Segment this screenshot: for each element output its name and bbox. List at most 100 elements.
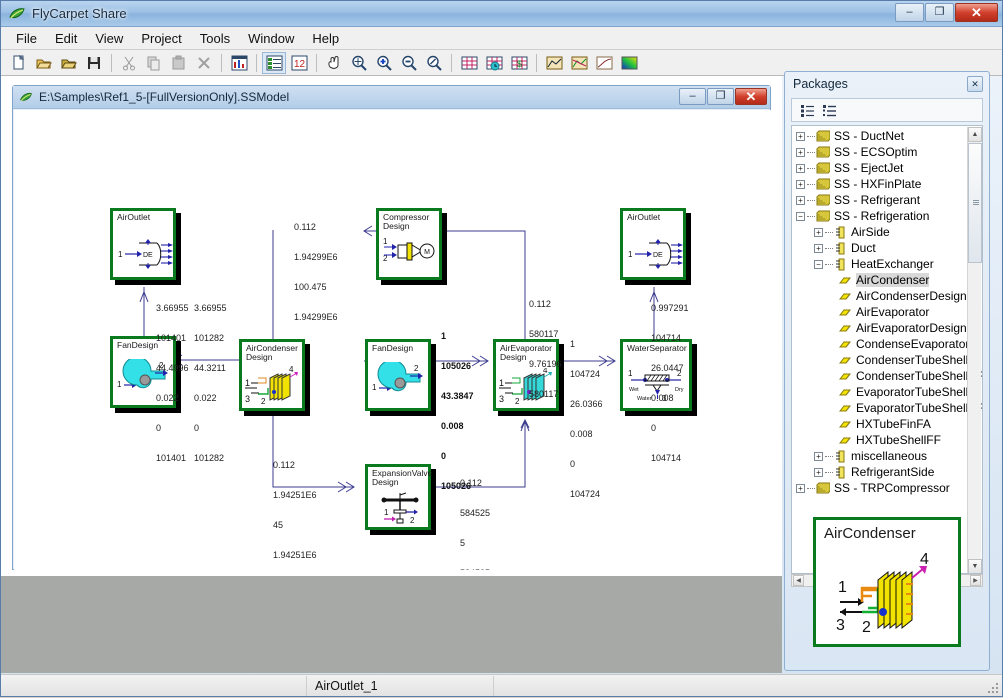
node-air-condenser-design[interactable]: AirCondenser Design 1 3 4 2	[239, 339, 305, 411]
tree-item-hxtubeshellff[interactable]: HXTubeShellFF	[792, 432, 968, 448]
minimize-button[interactable]: –	[895, 3, 924, 22]
scroll-down-arrow-icon[interactable]: ▼	[968, 559, 982, 573]
menu-item-window[interactable]: Window	[239, 28, 303, 49]
tree-item-ss-refrigerant[interactable]: + SS - Refrigerant	[792, 192, 968, 208]
node-fan-design-2[interactable]: FanDesign 1 2	[365, 339, 431, 411]
scroll-left-arrow-icon[interactable]: ◀	[793, 575, 804, 586]
tree-item-label: HeatExchanger	[851, 257, 934, 271]
annotation-condenser-outlet: 3.66955 101282 44.3211 0.022 0 101282	[194, 283, 227, 483]
tree-item-aircondenser[interactable]: AirCondenser	[792, 272, 968, 288]
zoom-out-icon[interactable]	[397, 52, 421, 74]
table-time-icon[interactable]	[482, 52, 506, 74]
value-line: 44.4996	[156, 363, 189, 373]
close-button[interactable]: ✕	[955, 3, 998, 22]
tree-item-ss-refrigeration[interactable]: − SS - Refrigeration	[792, 208, 968, 224]
node-expansion-valve-design[interactable]: ExpansionValve Design 1 2	[365, 464, 432, 530]
tree-item-heatexchanger[interactable]: − HeatExchanger	[792, 256, 968, 272]
collapser-icon[interactable]: −	[814, 259, 823, 269]
menu-item-project[interactable]: Project	[132, 28, 190, 49]
expander-icon[interactable]: +	[814, 227, 823, 237]
scroll-right-arrow-icon[interactable]: ▶	[970, 575, 981, 586]
expander-icon[interactable]: +	[796, 163, 805, 173]
expander-icon[interactable]: +	[814, 243, 823, 253]
tree-item-evaporatortubeshell[interactable]: EvaporatorTubeShell	[792, 384, 968, 400]
tree-item-ss-hxfinplate[interactable]: + SS - HXFinPlate	[792, 176, 968, 192]
tree-item-aircondenserdesign[interactable]: AirCondenserDesign	[792, 288, 968, 304]
tree-item-airevaporatordesign[interactable]: AirEvaporatorDesign	[792, 320, 968, 336]
value-line: 1	[570, 339, 576, 349]
paste-icon[interactable]	[167, 52, 191, 74]
expander-icon[interactable]: +	[796, 179, 805, 189]
model-canvas[interactable]: AirOutlet 1 DE FanDesign 1 2 AirCondense…	[14, 110, 771, 570]
list-view-icon[interactable]	[797, 101, 817, 119]
model-minimize-button[interactable]: –	[679, 88, 706, 105]
tree-item-hxtubefinfa[interactable]: HXTubeFinFA	[792, 416, 968, 432]
menu-item-view[interactable]: View	[86, 28, 132, 49]
table-grid-icon[interactable]	[457, 52, 481, 74]
colormap-icon[interactable]	[617, 52, 641, 74]
menu-item-edit[interactable]: Edit	[46, 28, 86, 49]
model-maximize-button[interactable]: ❐	[707, 88, 734, 105]
tree-item-condensertubeshell[interactable]: CondenserTubeShell	[792, 352, 968, 368]
node-air-outlet-2[interactable]: AirOutlet 1 DE	[620, 208, 686, 280]
open-folder-2-icon[interactable]	[57, 52, 81, 74]
expander-icon[interactable]: +	[796, 195, 805, 205]
zoom-in-icon[interactable]	[372, 52, 396, 74]
plot-line-icon[interactable]	[592, 52, 616, 74]
expander-icon[interactable]: +	[814, 467, 823, 477]
collapser-icon[interactable]: −	[796, 211, 805, 221]
chart-bar-icon[interactable]	[227, 52, 251, 74]
copy-icon[interactable]	[142, 52, 166, 74]
tree-vertical-scrollbar[interactable]: ▲ ▼	[967, 127, 982, 573]
cut-icon[interactable]	[117, 52, 141, 74]
model-close-button[interactable]: ✕	[735, 88, 767, 105]
table-value-icon[interactable]: $	[507, 52, 531, 74]
component-preview[interactable]: AirCondenser 1 3 2 4	[813, 517, 961, 647]
maximize-button[interactable]: ❐	[925, 3, 954, 22]
tree-item-evaporatortubeshellff[interactable]: EvaporatorTubeShellFF	[792, 400, 982, 416]
menu-item-tools[interactable]: Tools	[191, 28, 239, 49]
tree-item-refrigerantside[interactable]: + RefrigerantSide	[792, 464, 968, 480]
tree-item-airside[interactable]: + AirSide	[792, 224, 968, 240]
packages-tree[interactable]: + SS - DuctNet + SS - ECSOptim + SS - Ej…	[791, 125, 983, 574]
tree-item-condensertubeshellff[interactable]: CondenserTubeShellFF	[792, 368, 982, 384]
tree-item-duct[interactable]: + Duct	[792, 240, 968, 256]
tree-item-ss-ductnet[interactable]: + SS - DuctNet	[792, 128, 968, 144]
expander-icon[interactable]: +	[796, 147, 805, 157]
tree-item-ss-trpcompressor[interactable]: + SS - TRPCompressor	[792, 480, 968, 496]
tree-item-ss-ecsoptim[interactable]: + SS - ECSOptim	[792, 144, 968, 160]
tree-item-condenseevaporator[interactable]: CondenseEvaporator	[792, 336, 969, 352]
save-icon[interactable]	[82, 52, 106, 74]
expander-icon[interactable]: +	[814, 451, 823, 461]
zoom-reset-icon[interactable]	[422, 52, 446, 74]
menu-item-help[interactable]: Help	[303, 28, 348, 49]
scroll-up-arrow-icon[interactable]: ▲	[968, 127, 982, 142]
delete-icon[interactable]	[192, 52, 216, 74]
port-label-2: 2	[862, 619, 871, 636]
expander-icon[interactable]: +	[796, 131, 805, 141]
tree-item-miscellaneous[interactable]: + miscellaneous	[792, 448, 968, 464]
tree-item-ss-ejectjet[interactable]: + SS - EjectJet	[792, 160, 968, 176]
node-compressor-design[interactable]: Compressor Design 1 2 M	[376, 208, 442, 280]
packages-close-button[interactable]: ✕	[967, 76, 983, 92]
open-folder-icon[interactable]	[32, 52, 56, 74]
new-file-icon[interactable]	[7, 52, 31, 74]
svg-text:Water: Water	[637, 396, 652, 402]
node-air-outlet-1[interactable]: AirOutlet 1 DE	[110, 208, 176, 280]
zoom-move-icon[interactable]	[347, 52, 371, 74]
expander-icon[interactable]: +	[796, 483, 805, 493]
resize-grip-icon[interactable]	[986, 681, 1000, 695]
value-line: 580117	[529, 329, 559, 339]
list-properties-icon[interactable]	[262, 51, 286, 74]
numbers-icon[interactable]: 12	[287, 52, 311, 74]
model-window-controls: – ❐ ✕	[679, 88, 767, 105]
maximize-icon: ❐	[715, 90, 726, 102]
plot-curve-icon[interactable]	[542, 52, 566, 74]
plot-series-icon[interactable]	[567, 52, 591, 74]
detail-view-icon[interactable]	[819, 101, 839, 119]
menu-item-file[interactable]: File	[7, 28, 46, 49]
pan-hand-icon[interactable]	[322, 52, 346, 74]
scrollbar-thumb[interactable]	[968, 143, 982, 263]
tree-item-airevaporator[interactable]: AirEvaporator	[792, 304, 968, 320]
tree-item-label: AirEvaporator	[856, 305, 930, 319]
